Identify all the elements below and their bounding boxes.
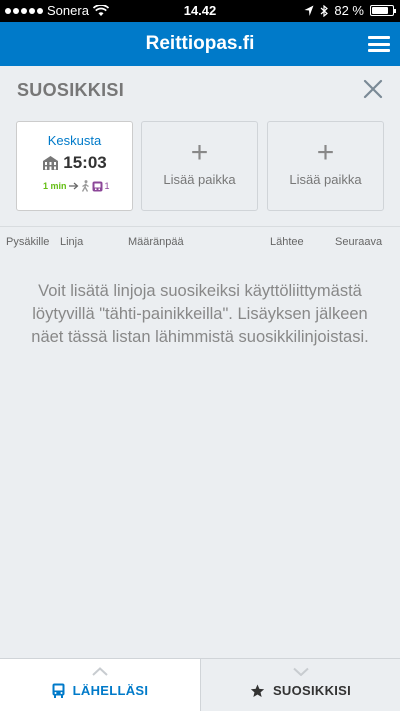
tab-favourites[interactable]: SUOSIKKISI	[200, 659, 400, 711]
tab-favourites-label: SUOSIKKISI	[272, 683, 352, 698]
app-header: Reittiopas.fi	[0, 22, 400, 66]
arrow-right-icon	[68, 182, 78, 190]
tab-nearby-content: LÄHELLÄSI	[0, 683, 200, 698]
status-right: 82 %	[304, 3, 396, 18]
hamburger-menu-icon[interactable]	[368, 36, 390, 52]
column-header-next: Seuraava	[335, 236, 383, 248]
route-legs: 1 min 1	[43, 180, 110, 192]
add-place-label: Lisää paikka	[163, 172, 236, 187]
close-icon[interactable]	[362, 78, 384, 100]
bus-icon	[52, 683, 65, 698]
add-place-button[interactable]: + Lisää paikka	[141, 121, 258, 211]
page-title: SUOSIKKISI	[17, 80, 125, 100]
favourite-places: Keskusta 15:03 1 min 1 + Lisää paikka + …	[16, 121, 384, 211]
status-bar: Sonera 14.42 82 %	[0, 0, 400, 22]
add-place-label: Lisää paikka	[289, 172, 362, 187]
column-header-line: Linja	[60, 236, 84, 248]
vehicle-number: 1	[104, 181, 110, 191]
plus-icon: +	[316, 136, 335, 169]
chevron-up-icon	[0, 663, 200, 681]
star-icon	[250, 683, 265, 697]
bottom-navigation: LÄHELLÄSI SUOSIKKISI	[0, 658, 400, 711]
tab-nearby-label: LÄHELLÄSI	[72, 683, 149, 698]
tab-favourites-content: SUOSIKKISI	[201, 683, 400, 698]
building-icon	[43, 156, 59, 170]
column-header-stop: Pysäkille	[6, 236, 50, 248]
favourite-place-card[interactable]: Keskusta 15:03 1 min 1	[16, 121, 133, 211]
location-arrow-icon	[304, 5, 314, 16]
plus-icon: +	[190, 136, 209, 169]
add-place-button[interactable]: + Lisää paikka	[267, 121, 384, 211]
walk-icon	[81, 180, 89, 192]
departure-time: 15:03	[63, 153, 107, 172]
battery-icon	[370, 5, 396, 16]
tab-nearby[interactable]: LÄHELLÄSI	[0, 659, 200, 711]
bluetooth-icon	[320, 4, 329, 17]
departure-row: 15:03	[17, 153, 132, 173]
chevron-down-icon	[201, 663, 400, 681]
metro-icon	[92, 181, 103, 191]
walk-duration: 1 min	[43, 181, 67, 191]
divider	[0, 226, 400, 227]
app-title: Reittiopas.fi	[145, 33, 255, 54]
battery-percent: 82 %	[334, 3, 364, 18]
place-name: Keskusta	[47, 133, 102, 148]
column-header-departs: Lähtee	[270, 236, 304, 248]
favourites-header: SUOSIKKISI	[0, 66, 400, 112]
column-header-destination: Määränpää	[128, 236, 184, 248]
empty-state-message: Voit lisätä linjoja suosikeiksi käyttöli…	[31, 282, 369, 346]
